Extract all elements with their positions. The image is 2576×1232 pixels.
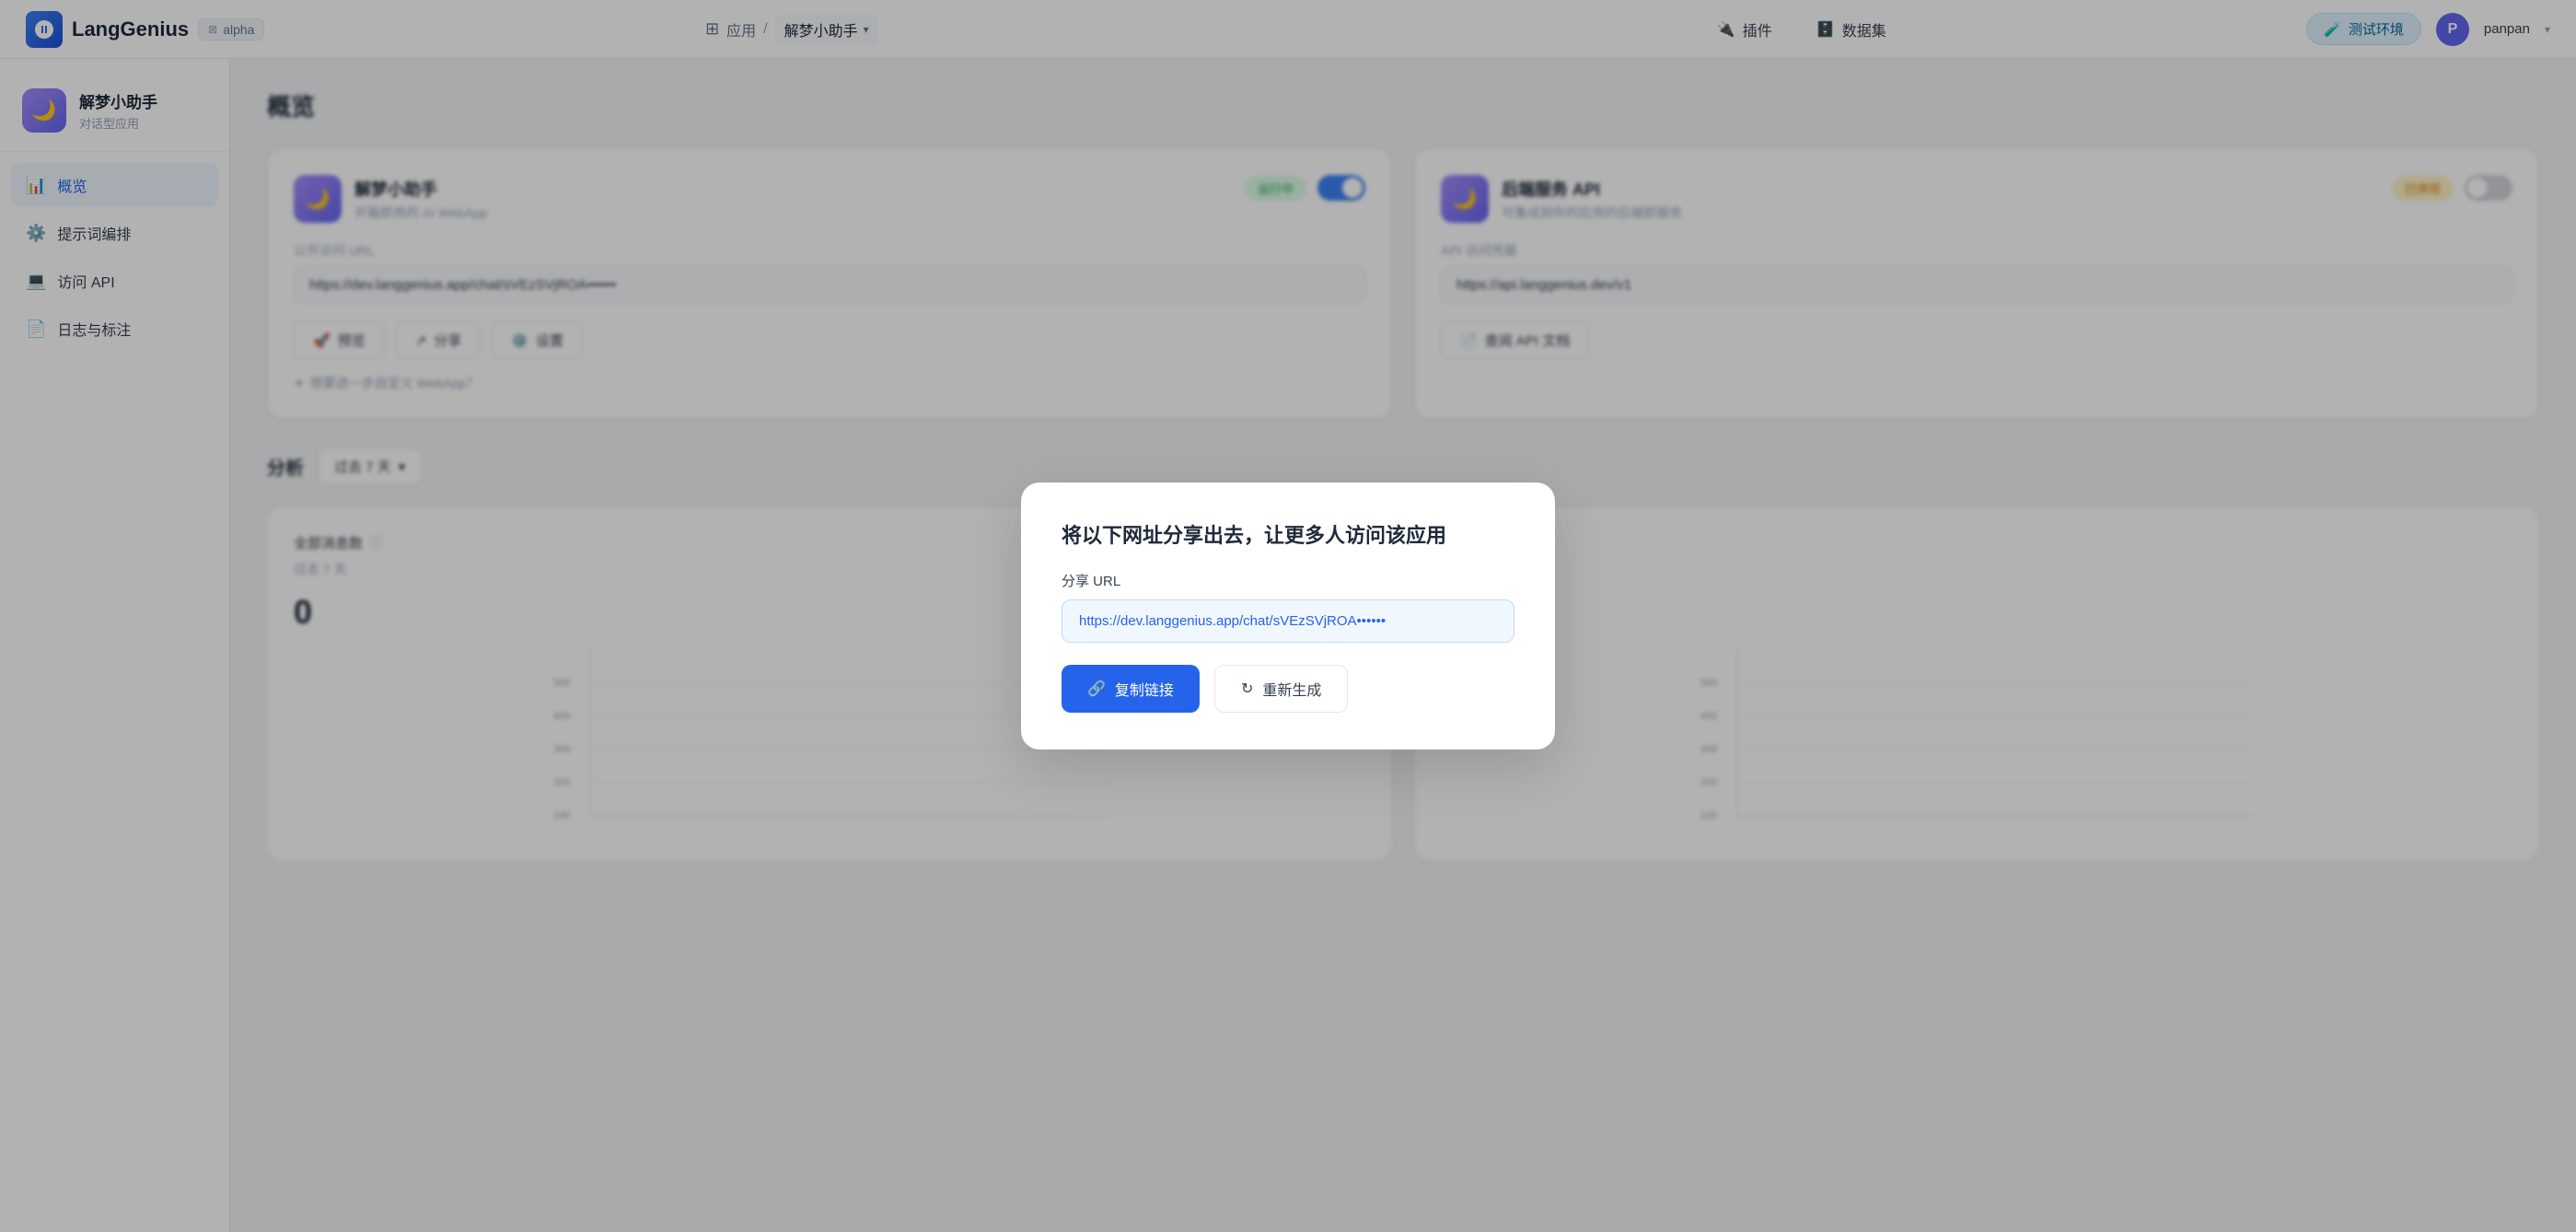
modal-title: 将以下网址分享出去，让更多人访问该应用	[1062, 519, 1514, 549]
share-modal: 将以下网址分享出去，让更多人访问该应用 分享 URL https://dev.l…	[1021, 482, 1555, 750]
copy-icon: 🔗	[1087, 680, 1106, 698]
modal-url-label: 分享 URL	[1062, 571, 1514, 590]
regen-icon: ↻	[1241, 680, 1253, 698]
modal-url[interactable]: https://dev.langgenius.app/chat/sVEzSVjR…	[1062, 599, 1514, 643]
regenerate-button[interactable]: ↻ 重新生成	[1214, 665, 1348, 713]
copy-label: 复制链接	[1115, 678, 1174, 700]
modal-overlay[interactable]: 将以下网址分享出去，让更多人访问该应用 分享 URL https://dev.l…	[0, 0, 2576, 1232]
regen-label: 重新生成	[1262, 678, 1321, 700]
copy-link-button[interactable]: 🔗 复制链接	[1062, 665, 1200, 713]
modal-actions: 🔗 复制链接 ↻ 重新生成	[1062, 665, 1514, 713]
